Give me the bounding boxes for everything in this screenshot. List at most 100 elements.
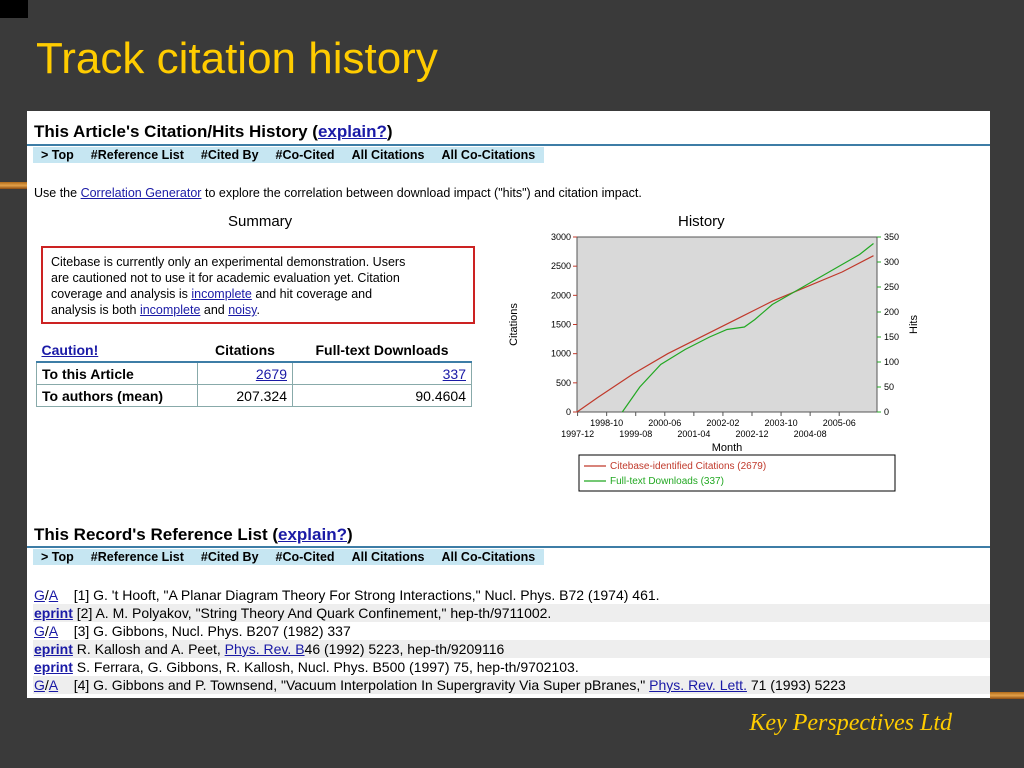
nav-reference-list[interactable]: #Reference List [83, 550, 193, 564]
list-item: eprint R. Kallosh and A. Peet, Phys. Rev… [33, 640, 990, 658]
eprint-link[interactable]: eprint [34, 659, 73, 675]
nav-co-cited[interactable]: #Co-Cited [268, 550, 344, 564]
list-item: eprint S. Ferrara, G. Gibbons, R. Kallos… [34, 659, 579, 675]
y2-tick-label: 100 [884, 357, 899, 367]
reference-list: G/A [1] G. 't Hooft, "A Planar Diagram T… [33, 586, 990, 694]
stats-table: Caution! Citations Full-text Downloads T… [36, 339, 472, 407]
ads-link[interactable]: A [49, 677, 58, 693]
left-accent-bar [0, 182, 27, 189]
warning-line: coverage and analysis is incomplete and … [51, 287, 373, 301]
intro-text: Use the Correlation Generator to explore… [34, 186, 642, 200]
slide-title: Track citation history [36, 34, 438, 83]
article-downloads-link[interactable]: 337 [443, 366, 466, 382]
corner-block [0, 0, 28, 18]
nav-cited-by[interactable]: #Cited By [193, 148, 268, 162]
right-accent-bar [990, 692, 1024, 699]
caution-header: Caution! [36, 339, 198, 363]
list-item: G/A [4] G. Gibbons and P. Townsend, "Vac… [33, 676, 990, 694]
nav-divider [27, 546, 990, 548]
ads-link[interactable]: A [49, 623, 58, 639]
correlation-generator-link[interactable]: Correlation Generator [81, 186, 202, 200]
ads-link[interactable]: A [49, 587, 58, 603]
authors-downloads-value: 90.4604 [292, 384, 472, 407]
article-history-title: This Article's Citation/Hits History (ex… [34, 122, 393, 141]
list-item: G/A [3] G. Gibbons, Nucl. Phys. B207 (19… [34, 623, 351, 639]
x-tick-label: 1998-10 [590, 418, 623, 428]
y2-tick-label: 300 [884, 257, 899, 267]
screenshot-panel: This Article's Citation/Hits History (ex… [27, 111, 990, 698]
y-tick-label: 0 [566, 407, 571, 417]
footer-company: Key Perspectives Ltd [749, 710, 952, 736]
nav-cited-by[interactable]: #Cited By [193, 550, 268, 564]
nav-top[interactable]: > Top [33, 550, 83, 564]
nav-divider [27, 144, 990, 146]
y-axis-label: Citations [508, 303, 520, 346]
x-tick-label: 1997-12 [561, 429, 594, 439]
x-tick-label: 1999-08 [619, 429, 652, 439]
eprint-link[interactable]: eprint [34, 641, 73, 657]
caution-link[interactable]: Caution! [42, 342, 99, 358]
authors-citations-value: 207.324 [197, 384, 293, 407]
nav-all-citations[interactable]: All Citations [344, 550, 434, 564]
y-tick-label: 3000 [551, 232, 571, 242]
y2-tick-label: 250 [884, 282, 899, 292]
x-tick-label: 2004-08 [794, 429, 827, 439]
list-item: G/A [1] G. 't Hooft, "A Planar Diagram T… [34, 587, 660, 603]
nav-reference-list[interactable]: #Reference List [83, 148, 193, 162]
warning-box: Citebase is currently only an experiment… [41, 246, 475, 324]
nav-all-co-citations[interactable]: All Co-Citations [433, 148, 544, 162]
legend-label: Citebase-identified Citations (2679) [610, 461, 766, 472]
y-tick-label: 1000 [551, 349, 571, 359]
y2-tick-label: 0 [884, 407, 889, 417]
y2-tick-label: 200 [884, 307, 899, 317]
eprint-link[interactable]: eprint [34, 605, 73, 621]
y-tick-label: 1500 [551, 320, 571, 330]
y2-axis-label: Hits [908, 315, 920, 334]
nav-all-citations[interactable]: All Citations [344, 148, 434, 162]
x-tick-label: 2001-04 [677, 429, 710, 439]
nav-co-cited[interactable]: #Co-Cited [268, 148, 344, 162]
citations-header: Citations [197, 339, 293, 363]
y-tick-label: 500 [556, 378, 571, 388]
nav-bar-2: > Top #Reference List #Cited By #Co-Cite… [33, 549, 545, 565]
x-tick-label: 2003-10 [765, 418, 798, 428]
table-row: To authors (mean) 207.324 90.4604 [36, 384, 472, 407]
phys-rev-lett-link[interactable]: Phys. Rev. Lett. [649, 677, 747, 693]
reference-list-title: This Record's Reference List (explain?) [34, 525, 353, 544]
y-tick-label: 2500 [551, 261, 571, 271]
y-tick-label: 2000 [551, 290, 571, 300]
nav-top[interactable]: > Top [33, 148, 83, 162]
x-axis-label: Month [712, 442, 743, 454]
y2-tick-label: 150 [884, 332, 899, 342]
table-row: To this Article 2679 337 [36, 361, 472, 385]
legend-label: Full-text Downloads (337) [610, 476, 724, 487]
incomplete-link-2[interactable]: incomplete [140, 303, 200, 317]
y2-tick-label: 350 [884, 232, 899, 242]
incomplete-link[interactable]: incomplete [191, 287, 251, 301]
y2-tick-label: 50 [884, 382, 894, 392]
warning-line: analysis is both incomplete and noisy. [51, 303, 260, 317]
explain-link[interactable]: explain? [318, 122, 387, 141]
noisy-link[interactable]: noisy [228, 303, 256, 317]
row-label: To authors (mean) [36, 384, 198, 407]
x-tick-label: 2000-06 [648, 418, 681, 428]
article-citations-link[interactable]: 2679 [256, 366, 287, 382]
list-item: eprint [2] A. M. Polyakov, "String Theor… [33, 604, 990, 622]
row-label: To this Article [36, 361, 198, 385]
downloads-header: Full-text Downloads [292, 339, 472, 363]
x-tick-label: 2005-06 [823, 418, 856, 428]
history-chart: 0 500 1000 1500 2000 2500 3000 0 50 100 150 200 250 3… [508, 232, 920, 492]
warning-line: Citebase is currently only an experiment… [51, 255, 406, 269]
reference-explain-link[interactable]: explain? [278, 525, 347, 544]
phys-rev-b-link[interactable]: Phys. Rev. B [225, 641, 305, 657]
summary-title: Summary [228, 213, 293, 230]
google-link[interactable]: G [34, 623, 45, 639]
google-link[interactable]: G [34, 587, 45, 603]
x-tick-label: 2002-12 [735, 429, 768, 439]
x-tick-label: 2002-02 [706, 418, 739, 428]
google-link[interactable]: G [34, 677, 45, 693]
nav-all-co-citations[interactable]: All Co-Citations [433, 550, 544, 564]
warning-line: are cautioned not to use it for academic… [51, 271, 400, 285]
nav-bar: > Top #Reference List #Cited By #Co-Cite… [33, 147, 545, 163]
history-title: History [678, 213, 725, 230]
